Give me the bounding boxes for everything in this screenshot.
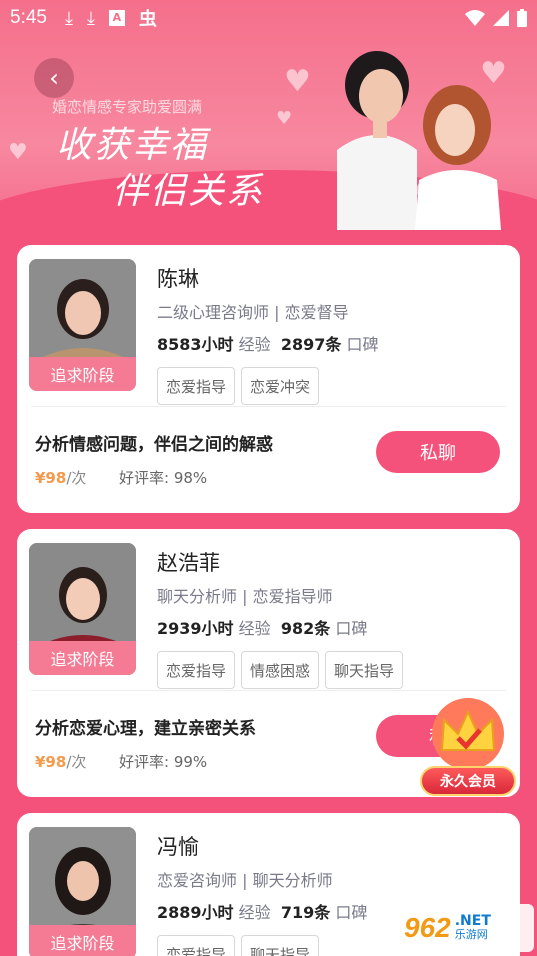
tag-list: 恋爱指导 聊天指导 (157, 935, 320, 956)
experience-label: 经验 (238, 619, 271, 638)
counselor-stats: 2889小时 经验 719条 口碑 (157, 899, 367, 923)
tag: 聊天指导 (325, 651, 404, 689)
hours-value: 2939小时 (157, 619, 234, 638)
rating-value: 99% (173, 753, 208, 771)
avatar[interactable]: 追求阶段 (29, 543, 136, 675)
tag: 恋爱指导 (157, 651, 236, 689)
price-unit: /次 (66, 753, 87, 771)
experience-label: 经验 (238, 335, 271, 354)
reviews-value: 982条 (280, 619, 331, 638)
divider (31, 406, 506, 407)
banner-subtitle: 婚恋情感专家助爱圆满 (52, 98, 203, 116)
status-time: 5:45 (10, 7, 47, 28)
counselor-name: 陈琳 (157, 267, 199, 291)
vip-badge[interactable]: 永久会员 (414, 690, 522, 800)
reviews-value: 2897条 (280, 335, 342, 354)
rating-label: 好评率: (119, 469, 170, 487)
reviews-label: 口碑 (335, 903, 368, 922)
counselor-name: 赵浩菲 (157, 551, 220, 575)
chevron-left-icon: ‹ (49, 64, 59, 92)
tag: 恋爱指导 (157, 367, 236, 405)
tag: 聊天指导 (241, 935, 320, 956)
price: ¥98/次 (35, 467, 86, 488)
heart-icon: ♥ (8, 140, 28, 165)
hours-value: 2889小时 (157, 903, 234, 922)
stage-label: 追求阶段 (29, 641, 136, 675)
price-amount: ¥98 (35, 469, 67, 487)
counselor-name: 冯愉 (157, 835, 199, 859)
site-watermark: 962 .NET 乐游网 (398, 904, 534, 952)
counselor-stats: 2939小时 经验 982条 口碑 (157, 615, 367, 639)
banner-headline-2: 伴侣关系 (112, 171, 265, 212)
counselor-description: 分析恋爱心理，建立亲密关系 (35, 719, 256, 739)
rating-label: 好评率: (119, 753, 170, 771)
tag: 恋爱冲突 (241, 367, 320, 405)
counselor-description: 分析情感问题，伴侣之间的解惑 (35, 435, 273, 455)
app-bug-icon: 虫 (138, 9, 157, 30)
heart-icon: ♥ (276, 108, 293, 129)
wifi-icon (465, 10, 485, 26)
stage-label: 追求阶段 (29, 925, 136, 956)
stage-label: 追求阶段 (29, 357, 136, 391)
couple-photo (337, 51, 501, 230)
app-a-icon: A (108, 10, 125, 26)
watermark-net: .NET (454, 913, 491, 929)
tag-list: 恋爱指导 恋爱冲突 (157, 367, 320, 405)
price: ¥98/次 (35, 751, 86, 772)
counselor-stats: 8583小时 经验 2897条 口碑 (157, 331, 378, 355)
private-chat-button[interactable]: 私聊 (376, 431, 500, 473)
back-button[interactable]: ‹ (34, 58, 74, 98)
counselor-title: 聊天分析师 | 恋爱指导师 (157, 587, 333, 606)
vip-label: 永久会员 (420, 766, 516, 796)
counselor-card[interactable]: 追求阶段 陈琳 二级心理咨询师 | 恋爱督导 8583小时 经验 2897条 口… (17, 245, 520, 513)
price-unit: /次 (66, 469, 87, 487)
banner-headline-1: 收获幸福 (56, 125, 209, 166)
tag-list: 恋爱指导 情感困惑 聊天指导 (157, 651, 404, 689)
rating: 好评率: 99% (119, 751, 207, 772)
status-bar: 5:45 ⤓ ⤓ A 虫 (0, 0, 537, 36)
tag: 情感困惑 (241, 651, 320, 689)
rating: 好评率: 98% (119, 467, 207, 488)
download-icon: ⤓ (64, 7, 73, 29)
reviews-label: 口碑 (335, 619, 368, 638)
avatar[interactable]: 追求阶段 (29, 259, 136, 391)
header-banner: ♥ ♥ ♥ ♥ ♥ 婚恋情感专家助爱圆满 收获幸福 伴侣关系 (0, 0, 537, 240)
download-icon: ⤓ (86, 7, 95, 29)
watermark-number: 962 (404, 912, 451, 943)
counselor-title: 恋爱咨询师 | 聊天分析师 (157, 871, 333, 890)
avatar[interactable]: 追求阶段 (29, 827, 136, 956)
price-amount: ¥98 (35, 753, 67, 771)
battery-icon (517, 9, 527, 27)
tag: 恋爱指导 (157, 935, 236, 956)
counselor-title: 二级心理咨询师 | 恋爱督导 (157, 303, 349, 322)
signal-icon (493, 10, 509, 26)
watermark-site: 乐游网 (454, 928, 488, 941)
rating-value: 98% (173, 469, 208, 487)
reviews-value: 719条 (280, 903, 331, 922)
experience-label: 经验 (238, 903, 271, 922)
hours-value: 8583小时 (157, 335, 234, 354)
reviews-label: 口碑 (346, 335, 379, 354)
